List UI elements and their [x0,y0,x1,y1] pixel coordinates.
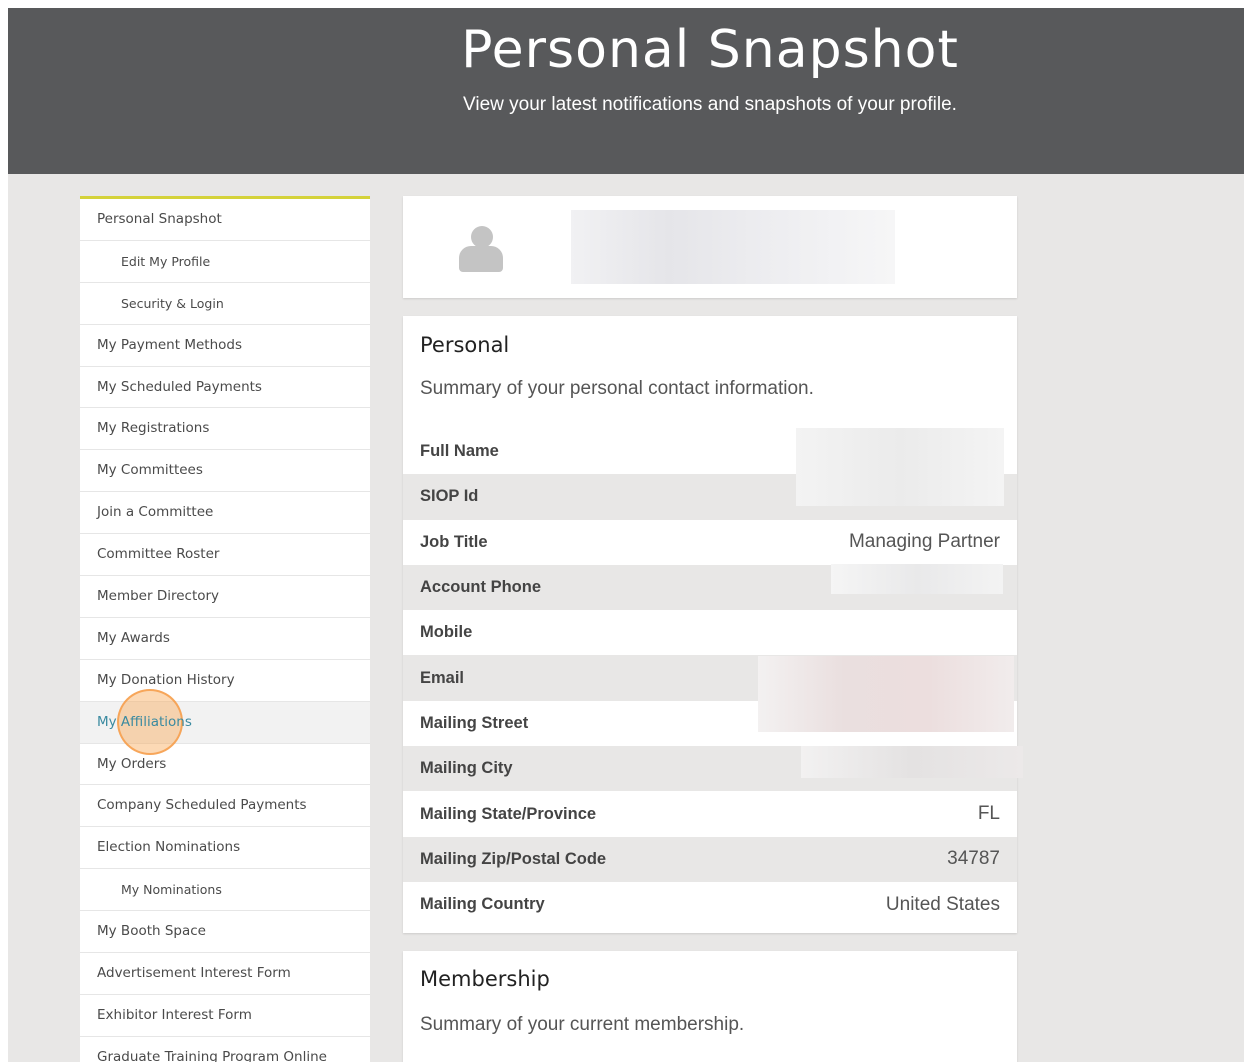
info-row-job-title: Job Title Managing Partner [403,520,1017,565]
sidebar-item-label: Security & Login [121,295,224,311]
sidebar-item-join-a-committee[interactable]: Join a Committee [80,492,370,535]
personal-subtitle: Summary of your personal contact informa… [420,378,814,399]
sidebar-item-my-committees[interactable]: My Committees [80,450,370,493]
sidebar-item-my-scheduled-payments[interactable]: My Scheduled Payments [80,367,370,409]
row-value: 34787 [947,848,1000,870]
personal-title: Personal [420,333,510,357]
sidebar-item-my-booth-space[interactable]: My Booth Space [80,911,370,954]
sidebar-item-my-registrations[interactable]: My Registrations [80,408,370,451]
sidebar-item-my-payment-methods[interactable]: My Payment Methods [80,325,370,367]
sidebar-item-member-directory[interactable]: Member Directory [80,576,370,618]
sidebar-item-personal-snapshot[interactable]: Personal Snapshot [80,199,370,241]
sidebar-nav: Personal Snapshot Edit My Profile Securi… [80,196,370,1062]
sidebar-item-label: My Payment Methods [97,336,242,353]
page-subtitle: View your latest notifications and snaps… [463,94,957,115]
personal-card: Personal Summary of your personal contac… [403,316,1023,933]
row-label: Mailing Street [420,713,529,732]
sidebar-item-label: My Awards [97,629,170,646]
sidebar-item-label: Member Directory [97,588,220,605]
redacted-phone [831,564,1003,594]
row-label: Mobile [420,623,473,642]
sidebar-item-exhibitor-interest-form[interactable]: Exhibitor Interest Form [80,995,370,1037]
sidebar-item-my-awards[interactable]: My Awards [80,618,370,660]
row-value: United States [885,893,1000,915]
redacted-email-street [758,656,1014,732]
sidebar-item-label: My Nominations [121,882,222,898]
membership-title: Membership [420,967,550,991]
sidebar-item-label: My Affiliations [97,713,192,730]
row-value: FL [977,803,1000,825]
sidebar-item-graduate-training-program-online[interactable]: Graduate Training Program Online [80,1037,370,1062]
sidebar-item-label: Exhibitor Interest Form [97,1006,252,1023]
row-label: Mailing City [420,759,513,778]
profile-card [403,196,1017,298]
sidebar-item-edit-my-profile[interactable]: Edit My Profile [80,241,370,283]
redacted-city [801,746,1023,778]
sidebar-item-label: Personal Snapshot [97,211,222,227]
sidebar-item-my-orders[interactable]: My Orders [80,744,370,786]
sidebar-item-advertisement-interest-form[interactable]: Advertisement Interest Form [80,953,370,995]
sidebar-item-label: Committee Roster [97,546,220,563]
info-row-mailing-state: Mailing State/Province FL [403,791,1017,836]
membership-subtitle: Summary of your current membership. [420,1014,745,1035]
row-label: Mailing Country [420,895,545,914]
sidebar-item-label: My Donation History [97,671,235,688]
redacted-name [571,210,895,284]
row-label: Email [420,668,465,687]
sidebar-item-my-donation-history[interactable]: My Donation History [80,660,370,702]
info-row-mailing-country: Mailing Country United States [403,882,1017,927]
row-value: Managing Partner [848,531,1000,553]
sidebar-item-label: My Orders [97,755,167,772]
sidebar-item-label: Graduate Training Program Online [97,1048,327,1062]
sidebar-item-label: My Registrations [97,420,210,437]
row-label: Mailing Zip/Postal Code [420,849,607,868]
membership-card: Membership Summary of your current membe… [403,951,1017,1062]
sidebar-item-election-nominations[interactable]: Election Nominations [80,827,370,870]
info-row-mobile: Mobile [403,610,1017,655]
sidebar-item-label: Advertisement Interest Form [97,965,291,982]
page: Personal Snapshot View your latest notif… [8,8,1244,1062]
sidebar-item-label: Election Nominations [97,839,241,856]
sidebar-item-label: My Scheduled Payments [97,378,262,395]
info-row-mailing-zip: Mailing Zip/Postal Code 34787 [403,836,1017,882]
row-label: Account Phone [420,578,542,597]
avatar-icon [459,226,503,272]
page-header: Personal Snapshot View your latest notif… [8,8,1244,174]
page-title: Personal Snapshot [461,20,959,80]
sidebar-item-company-scheduled-payments[interactable]: Company Scheduled Payments [80,785,370,828]
redacted-full-name-siop-id [796,428,1004,506]
sidebar-item-label: Company Scheduled Payments [97,797,307,814]
row-label: Full Name [420,442,499,461]
row-label: Job Title [420,532,488,551]
sidebar-item-label: My Booth Space [97,923,206,940]
row-label: Mailing State/Province [420,804,597,823]
sidebar-item-label: Edit My Profile [121,253,211,269]
sidebar-item-security-login[interactable]: Security & Login [80,283,370,325]
sidebar-item-my-nominations[interactable]: My Nominations [80,869,370,912]
row-label: SIOP Id [420,487,479,506]
sidebar-item-label: My Committees [97,462,203,479]
sidebar-item-committee-roster[interactable]: Committee Roster [80,534,370,577]
sidebar-item-my-affiliations[interactable]: My Affiliations [80,688,370,755]
sidebar-item-label: Join a Committee [97,504,214,521]
